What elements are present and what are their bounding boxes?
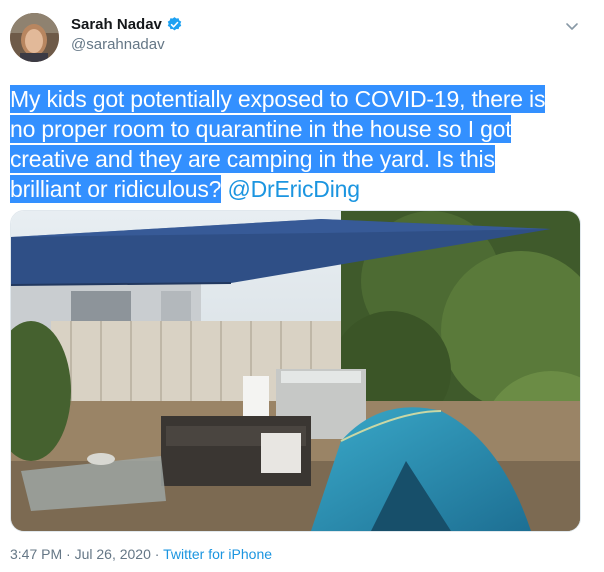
tweet-text-line: brilliant or ridiculous? bbox=[10, 175, 222, 203]
tweet-text-line: creative and they are camping in the yar… bbox=[10, 145, 495, 173]
mention-link[interactable]: @DrEricDing bbox=[227, 176, 360, 202]
source-link[interactable]: Twitter for iPhone bbox=[163, 546, 272, 562]
tweet-card: Sarah Nadav @sarahnadav My kids got pote… bbox=[0, 0, 604, 572]
tweet-text-line: My kids got potentially exposed to COVID… bbox=[10, 85, 546, 113]
photo-scene bbox=[11, 211, 580, 531]
tweet-text-line: no proper room to quarantine in the hous… bbox=[10, 115, 512, 143]
timestamp-link[interactable]: 3:47 PM · Jul 26, 2020 bbox=[10, 546, 151, 562]
meta-separator: · bbox=[150, 546, 164, 562]
avatar-photo bbox=[10, 13, 59, 62]
display-name[interactable]: Sarah Nadav bbox=[71, 16, 162, 33]
tweet-photo[interactable] bbox=[10, 210, 581, 532]
chevron-down-icon[interactable] bbox=[563, 20, 581, 34]
verified-badge-icon bbox=[167, 17, 182, 31]
tweet-meta: 3:47 PM · Jul 26, 2020 · Twitter for iPh… bbox=[10, 546, 272, 562]
author-handle[interactable]: @sarahnadav bbox=[71, 36, 165, 53]
avatar[interactable] bbox=[10, 13, 59, 62]
author-name-row[interactable]: Sarah Nadav bbox=[71, 16, 183, 33]
tweet-text: My kids got potentially exposed to COVID… bbox=[10, 84, 585, 204]
